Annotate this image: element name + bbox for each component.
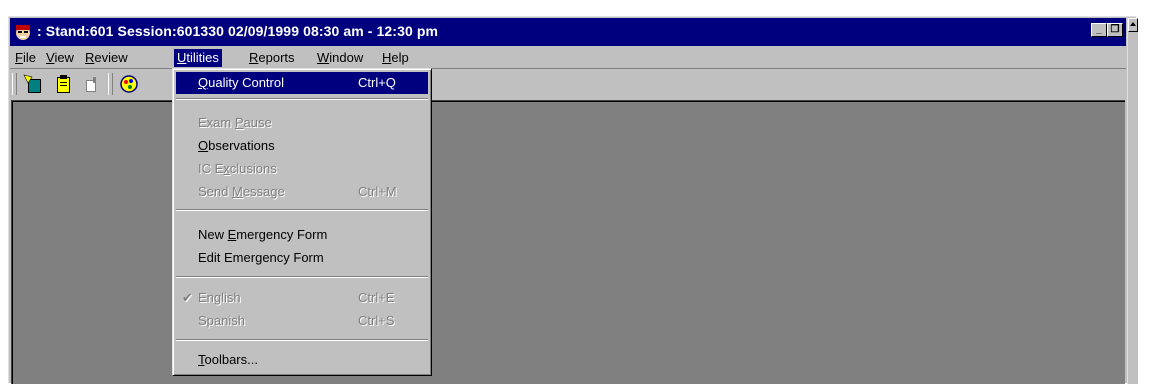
utilities-dropdown-menu: Quality Control Ctrl+Q Exam Pause Observ… bbox=[172, 68, 432, 376]
menu-label: elp bbox=[391, 50, 409, 65]
menu-item-label: New Emergency Form bbox=[198, 224, 327, 246]
label-text: oolbars... bbox=[204, 352, 258, 367]
menu-item-shortcut: Ctrl+Q bbox=[358, 75, 396, 90]
menu-separator bbox=[176, 209, 428, 211]
label-text: ency Form bbox=[262, 250, 324, 265]
scroll-up-button[interactable] bbox=[1128, 18, 1138, 32]
menu-item-shortcut: Ctrl+E bbox=[358, 290, 395, 305]
restore-button[interactable]: ❐ bbox=[1107, 23, 1123, 37]
menu-item-label: Edit Emergency Form bbox=[198, 247, 324, 269]
palette-icon[interactable] bbox=[118, 73, 140, 95]
menu-item-spanish[interactable]: Spanish Ctrl+S bbox=[176, 310, 428, 332]
label-text: Edit Emer bbox=[198, 250, 256, 265]
label-text: bservations bbox=[208, 138, 275, 153]
menu-item-observations[interactable]: Observations bbox=[176, 135, 428, 157]
menu-item-new-emergency-form[interactable]: New Emergency Form bbox=[176, 224, 428, 246]
label-mnemonic: O bbox=[198, 138, 209, 153]
label-text: New bbox=[198, 227, 228, 242]
label-text: Exam bbox=[198, 115, 235, 130]
menu-item-label: Quality Control bbox=[198, 72, 284, 94]
menu-item-english[interactable]: ✔ English Ctrl+E bbox=[176, 287, 428, 309]
label-mnemonic: E bbox=[227, 227, 237, 242]
label-text: IC E bbox=[198, 161, 224, 176]
checkmark-icon: ✔ bbox=[182, 290, 193, 305]
menu-bar: File View Review Utilities Reports Windo… bbox=[10, 47, 1126, 68]
window-title: : Stand:601 Session:601330 02/09/1999 08… bbox=[37, 23, 439, 39]
minimize-button[interactable]: _ bbox=[1091, 23, 1107, 37]
label-mnemonic: M bbox=[231, 184, 243, 199]
menu-label: eports bbox=[258, 50, 295, 65]
label-text: essage bbox=[242, 184, 285, 199]
menu-item-label: Toolbars... bbox=[198, 349, 258, 371]
menu-file[interactable]: File bbox=[12, 49, 39, 67]
menu-label: ile bbox=[22, 50, 36, 65]
menu-item-label: Spanish bbox=[198, 313, 245, 328]
menu-item-edit-emergency-form[interactable]: Edit Emergency Form bbox=[176, 247, 428, 269]
menu-mnemonic: F bbox=[15, 50, 23, 65]
toolbar-separator bbox=[108, 73, 113, 95]
menu-separator bbox=[176, 339, 428, 341]
menu-item-shortcut: Ctrl+S bbox=[358, 313, 395, 328]
menu-view[interactable]: View bbox=[43, 49, 77, 67]
label-mnemonic: P bbox=[234, 115, 244, 130]
menu-item-toolbars[interactable]: Toolbars... bbox=[176, 349, 428, 371]
label-text: mergency Form bbox=[236, 227, 328, 242]
label-text: uality Control bbox=[208, 75, 284, 90]
clipboard-icon[interactable] bbox=[52, 73, 74, 95]
menu-item-quality-control[interactable]: Quality Control Ctrl+Q bbox=[176, 72, 428, 94]
menu-item-label: Send Message bbox=[198, 181, 285, 203]
menu-item-exam-pause[interactable]: Exam Pause bbox=[176, 112, 428, 134]
label-text: ause bbox=[243, 115, 272, 130]
menu-item-send-message[interactable]: Send Message Ctrl+M bbox=[176, 181, 428, 203]
app-logo-icon[interactable] bbox=[13, 22, 33, 42]
menu-utilities[interactable]: Utilities bbox=[174, 49, 222, 67]
menu-label: eview bbox=[94, 50, 128, 65]
new-exam-icon[interactable] bbox=[22, 73, 44, 95]
menu-separator bbox=[176, 98, 428, 100]
label-text: clusions bbox=[229, 161, 277, 176]
label-mnemonic: Q bbox=[198, 75, 209, 90]
menu-help[interactable]: Help bbox=[379, 49, 412, 67]
menu-separator bbox=[176, 276, 428, 278]
menu-label: tilities bbox=[186, 50, 219, 65]
menu-mnemonic: R bbox=[85, 50, 95, 65]
menu-mnemonic: R bbox=[249, 50, 259, 65]
toolbar-grip[interactable] bbox=[12, 73, 17, 95]
exit-door-icon[interactable] bbox=[80, 73, 102, 95]
menu-mnemonic: U bbox=[177, 50, 187, 65]
menu-reports[interactable]: Reports bbox=[246, 49, 298, 67]
vertical-scrollbar[interactable] bbox=[1127, 18, 1138, 384]
menu-item-label: IC Exclusions bbox=[198, 158, 277, 180]
menu-mnemonic: H bbox=[382, 50, 392, 65]
title-bar[interactable]: : Stand:601 Session:601330 02/09/1999 08… bbox=[10, 18, 1126, 46]
menu-item-ic-exclusions[interactable]: IC Exclusions bbox=[176, 158, 428, 180]
menu-item-label: English bbox=[198, 290, 241, 305]
menu-item-shortcut: Ctrl+M bbox=[358, 184, 397, 199]
menu-mnemonic: W bbox=[317, 50, 330, 65]
menu-item-label: Observations bbox=[198, 135, 275, 157]
menu-item-label: Exam Pause bbox=[198, 112, 272, 134]
menu-label: iew bbox=[54, 50, 74, 65]
menu-label: indow bbox=[329, 50, 364, 65]
menu-review[interactable]: Review bbox=[82, 49, 131, 67]
menu-window[interactable]: Window bbox=[314, 49, 366, 67]
label-text: Send bbox=[198, 184, 232, 199]
